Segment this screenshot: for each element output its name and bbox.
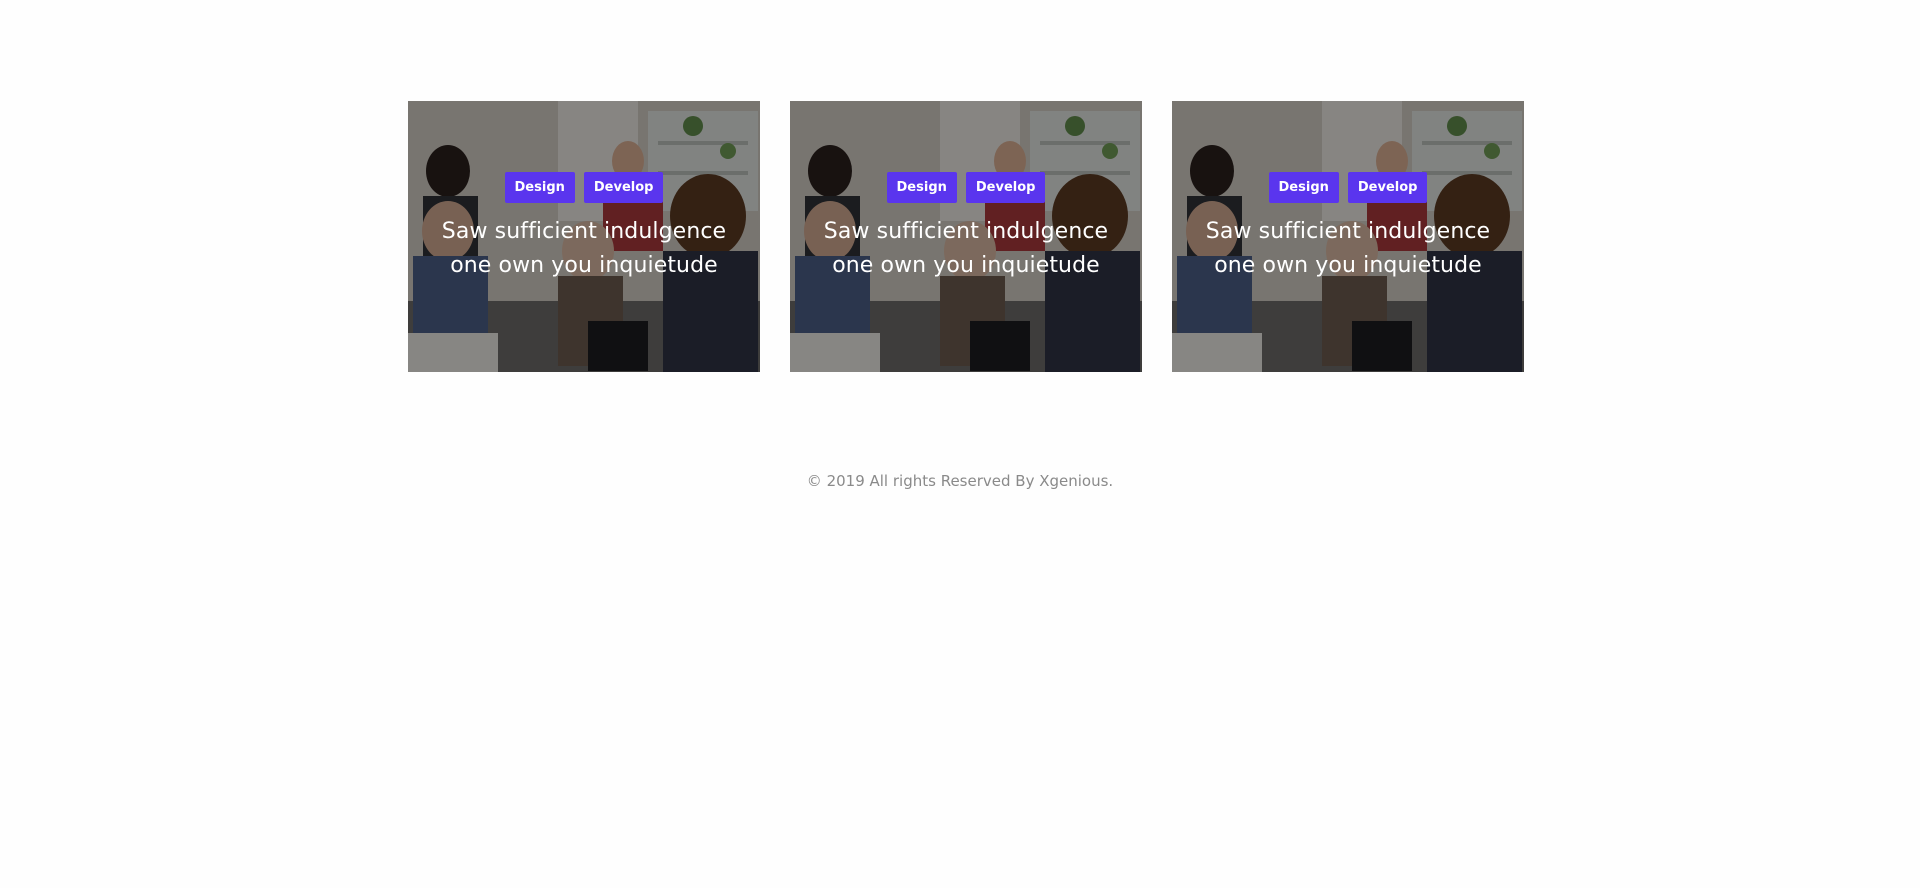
page: Design Develop Saw sufficient indulgence…	[0, 0, 1920, 888]
tag-design[interactable]: Design	[1268, 172, 1339, 203]
tag-design[interactable]: Design	[504, 172, 575, 203]
blog-card[interactable]: Design Develop Saw sufficient indulgence…	[408, 101, 760, 372]
card-title[interactable]: Saw sufficient indulgence one own you in…	[790, 215, 1142, 283]
card-title[interactable]: Saw sufficient indulgence one own you in…	[1172, 215, 1524, 283]
tag-develop[interactable]: Develop	[583, 172, 664, 203]
tag-list: Design Develop	[790, 172, 1142, 203]
blog-cards-row: Design Develop Saw sufficient indulgence…	[408, 101, 1524, 372]
tag-list: Design Develop	[408, 172, 760, 203]
tag-list: Design Develop	[1172, 172, 1524, 203]
card-content: Design Develop Saw sufficient indulgence…	[1172, 172, 1524, 283]
card-content: Design Develop Saw sufficient indulgence…	[408, 172, 760, 283]
card-content: Design Develop Saw sufficient indulgence…	[790, 172, 1142, 283]
tag-develop[interactable]: Develop	[1347, 172, 1428, 203]
footer: © 2019 All rights Reserved By Xgenious.	[0, 472, 1920, 490]
card-title[interactable]: Saw sufficient indulgence one own you in…	[408, 215, 760, 283]
copyright-text: © 2019 All rights Reserved By Xgenious.	[806, 472, 1114, 490]
blog-card[interactable]: Design Develop Saw sufficient indulgence…	[1172, 101, 1524, 372]
tag-design[interactable]: Design	[886, 172, 957, 203]
tag-develop[interactable]: Develop	[965, 172, 1046, 203]
blog-card[interactable]: Design Develop Saw sufficient indulgence…	[790, 101, 1142, 372]
